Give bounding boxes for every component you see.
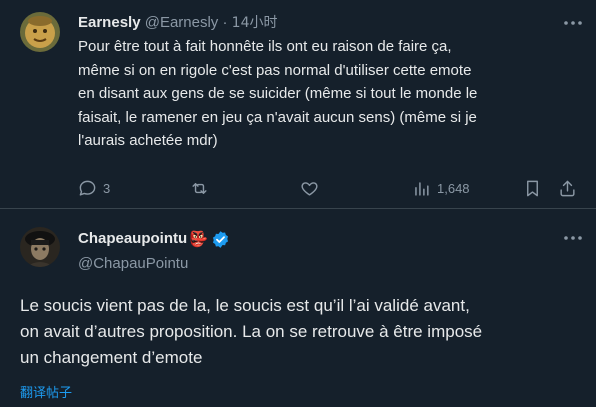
tweet-header: Chapeaupointu 👺 (78, 229, 230, 249)
translate-post-link[interactable]: 翻译帖子 (20, 382, 72, 401)
bookmark-button[interactable] (523, 176, 542, 200)
tweet-text: Pour être tout à fait honnête ils ont eu… (78, 35, 578, 153)
text-line: l'aurais achetée mdr) (78, 132, 218, 149)
like-icon (301, 181, 318, 196)
action-bar: 3 1,648 (78, 176, 578, 200)
tweet-text: Le soucis vient pas de la, le soucis est… (20, 293, 590, 371)
share-button[interactable] (558, 176, 577, 200)
retweet-button[interactable] (190, 176, 209, 200)
more-icon[interactable] (562, 14, 584, 32)
author-handle[interactable]: @Earnesly (145, 14, 219, 31)
retweet-icon (192, 182, 207, 194)
tweet-chapeaupointu[interactable]: Chapeaupointu 👺 @ChapauPointu Le soucis … (0, 209, 596, 407)
tweet-header: Earnesly @Earnesly · 14小时 (78, 13, 277, 33)
like-button[interactable] (300, 176, 319, 200)
author-name[interactable]: Earnesly (78, 14, 141, 31)
reply-icon (79, 180, 96, 196)
views-button[interactable]: 1,648 (412, 176, 470, 200)
views-count: 1,648 (437, 180, 470, 196)
share-icon (560, 180, 575, 196)
author-emoji: 👺 (189, 230, 208, 248)
bookmark-icon (527, 180, 538, 196)
views-icon (415, 181, 429, 196)
text-line: même si on en rigole c'est pas normal d'… (78, 61, 472, 79)
reply-count: 3 (103, 180, 111, 196)
text-line: Le soucis vient pas de la, le soucis est… (20, 296, 470, 315)
dot-separator: · (222, 14, 228, 31)
text-line: on avait d’autres proposition. La on se … (20, 322, 483, 341)
more-icon[interactable] (562, 229, 584, 247)
avatar-chapeaupointu[interactable] (20, 227, 60, 267)
text-line: Pour être tout à fait honnête ils ont eu… (78, 38, 452, 55)
author-name[interactable]: Chapeaupointu (78, 229, 187, 249)
text-line: un changement d’emote (20, 348, 203, 367)
tweet-earnesly[interactable]: Earnesly @Earnesly · 14小时 Pour être tout… (0, 0, 596, 208)
avatar-earnesly[interactable] (20, 12, 60, 52)
reply-button[interactable]: 3 (78, 176, 110, 200)
verified-badge-icon[interactable] (211, 230, 230, 249)
text-line: en disant aux gens de se suicider (même … (78, 85, 478, 102)
timestamp[interactable]: 14小时 (232, 15, 278, 31)
author-handle[interactable]: @ChapauPointu (78, 254, 188, 274)
text-line: faisait, le ramener en jeu ça n'avait au… (78, 108, 477, 126)
